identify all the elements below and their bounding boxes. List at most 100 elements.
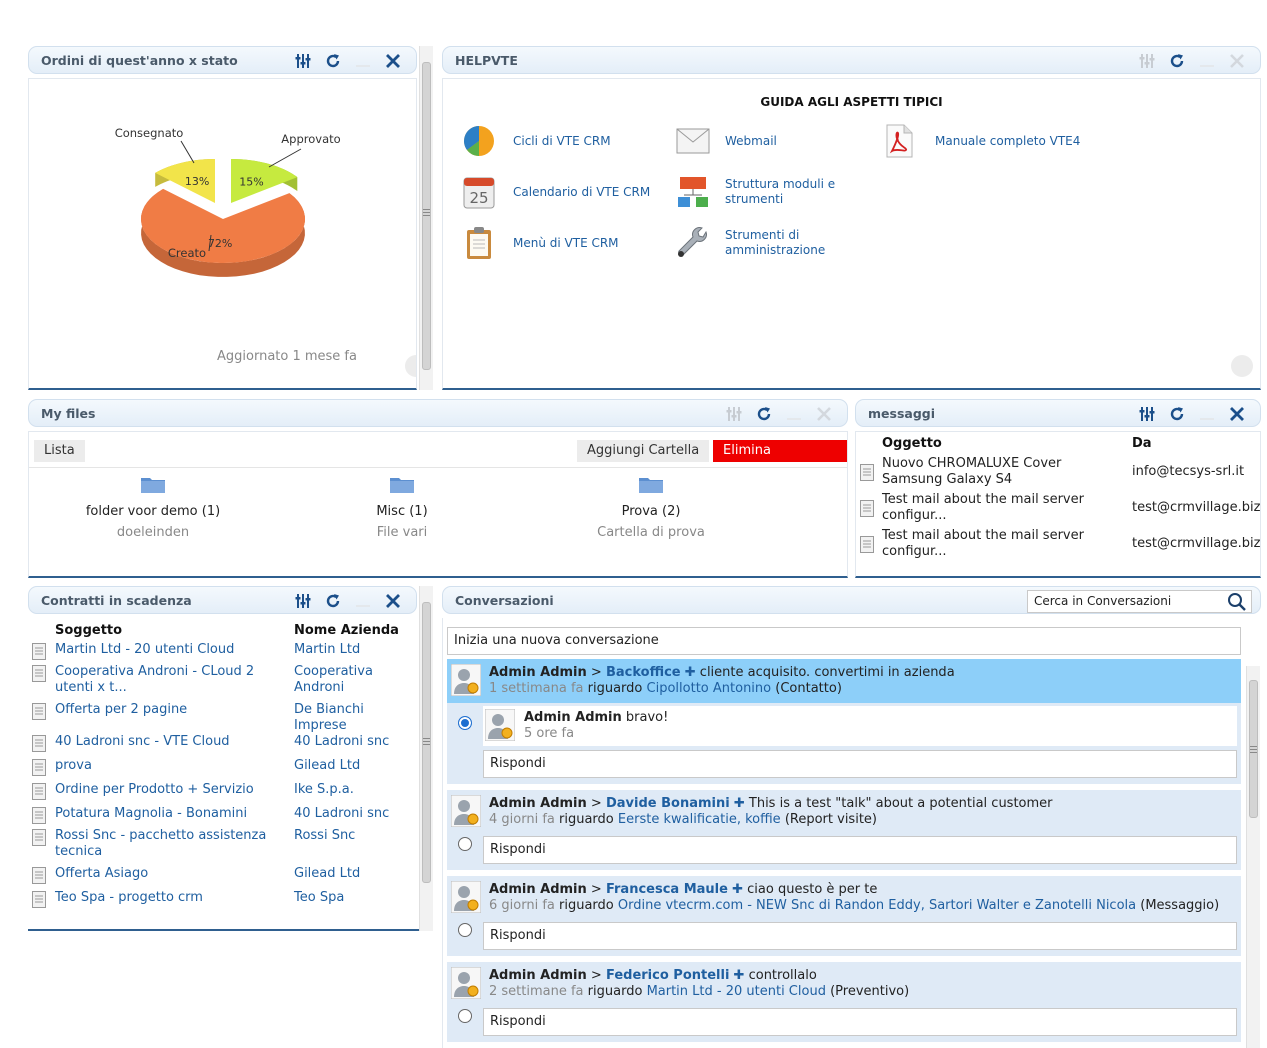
add-folder-button[interactable]: Aggiungi Cartella: [577, 440, 710, 462]
close-icon[interactable]: [1228, 405, 1246, 423]
contracts-widget-header[interactable]: Contratti in scadenza: [28, 586, 417, 614]
conversation-header[interactable]: Admin Admin > Backoffice ✚ cliente acqui…: [447, 659, 1241, 703]
refresh-icon[interactable]: [324, 592, 342, 610]
minimize-icon[interactable]: [1198, 405, 1216, 423]
contract-subject-link[interactable]: prova: [55, 758, 283, 774]
related-record-link[interactable]: Eerste kwalificatie, koffie: [618, 812, 781, 827]
read-status-radio[interactable]: [458, 1009, 472, 1023]
conversation-header[interactable]: Admin Admin > Davide Bonamini ✚ This is …: [447, 790, 1241, 834]
related-record-link[interactable]: Ordine vtecrm.com - NEW Snc di Randon Ed…: [618, 898, 1136, 913]
minimize-icon[interactable]: [785, 405, 803, 423]
orders-widget-header[interactable]: Ordini di quest'anno x stato: [28, 46, 417, 74]
contract-company-link[interactable]: 40 Ladroni snc: [294, 734, 404, 750]
conversation-header[interactable]: Admin Admin > Francesca Maule ✚ ciao que…: [447, 876, 1241, 920]
add-follower-icon[interactable]: ✚: [734, 968, 745, 983]
contract-company-link[interactable]: Gilead Ltd: [294, 866, 404, 882]
message-row[interactable]: Test mail about the mail server configur…: [856, 492, 1260, 526]
reply-input[interactable]: Rispondi: [483, 836, 1237, 864]
conversation-header[interactable]: Admin Admin > Federico Pontelli ✚ contro…: [447, 962, 1241, 1006]
minimize-icon[interactable]: [354, 592, 372, 610]
contract-subject-link[interactable]: Offerta Asiago: [55, 866, 283, 882]
contract-subject-link[interactable]: Offerta per 2 pagine: [55, 702, 283, 718]
contract-subject-link[interactable]: Potatura Magnolia - Bonamini: [55, 806, 283, 822]
contract-subject-link[interactable]: Ordine per Prodotto + Servizio: [55, 782, 283, 798]
folder-item[interactable]: Prova (2) Cartella di prova: [541, 474, 761, 540]
contract-row[interactable]: Offerta per 2 pagine De Bianchi Imprese: [28, 702, 419, 736]
help-widget-header[interactable]: HELPVTE: [442, 46, 1261, 74]
message-row[interactable]: Test mail about the mail server configur…: [856, 528, 1260, 562]
files-widget-header[interactable]: My files: [28, 399, 848, 427]
read-status-radio[interactable]: [458, 837, 472, 851]
settings-sliders-icon[interactable]: [725, 405, 743, 423]
conversation-target-link[interactable]: Davide Bonamini: [606, 796, 730, 811]
add-follower-icon[interactable]: ✚: [734, 796, 745, 811]
minimize-icon[interactable]: [1198, 52, 1216, 70]
help-link-webmail[interactable]: Webmail: [675, 123, 777, 159]
conversation-target-link[interactable]: Backoffice: [606, 665, 681, 680]
contract-company-link[interactable]: Gilead Ltd: [294, 758, 404, 774]
contract-company-link[interactable]: Teo Spa: [294, 890, 404, 906]
minimize-icon[interactable]: [354, 52, 372, 70]
related-record-link[interactable]: Cipollotto Antonino: [647, 681, 772, 696]
add-follower-icon[interactable]: ✚: [732, 882, 743, 897]
contract-row[interactable]: Rossi Snc - pacchetto assistenza tecnica…: [28, 828, 419, 862]
document-icon: [860, 464, 874, 481]
orders-scrollbar[interactable]: [419, 46, 433, 390]
contract-subject-link[interactable]: Cooperativa Androni - CLoud 2 utenti x t…: [55, 664, 283, 696]
contract-subject-link[interactable]: 40 Ladroni snc - VTE Cloud: [55, 734, 283, 750]
contract-company-link[interactable]: Martin Ltd: [294, 642, 404, 658]
contract-subject-link[interactable]: Martin Ltd - 20 utenti Cloud: [55, 642, 283, 658]
contract-company-link[interactable]: Rossi Snc: [294, 828, 404, 844]
document-icon: [32, 703, 46, 720]
help-link-manuale[interactable]: Manuale completo VTE4: [881, 123, 1080, 159]
contract-company-link[interactable]: De Bianchi Imprese: [294, 702, 404, 734]
help-link-struttura[interactable]: Struttura moduli e strumenti: [675, 174, 845, 210]
conversation-target-link[interactable]: Federico Pontelli: [606, 968, 729, 983]
resize-grip-icon[interactable]: [1231, 355, 1253, 377]
conversation-target-link[interactable]: Francesca Maule: [606, 882, 728, 897]
read-status-radio[interactable]: [458, 923, 472, 937]
related-record-link[interactable]: Martin Ltd - 20 utenti Cloud: [647, 984, 826, 999]
settings-sliders-icon[interactable]: [1138, 52, 1156, 70]
add-follower-icon[interactable]: ✚: [685, 665, 696, 680]
close-icon[interactable]: [815, 405, 833, 423]
refresh-icon[interactable]: [1168, 405, 1186, 423]
conversations-widget-header[interactable]: Conversazioni Cerca in Conversazioni: [442, 586, 1261, 614]
search-icon[interactable]: [1227, 592, 1247, 612]
help-link-cicli[interactable]: Cicli di VTE CRM: [461, 123, 611, 159]
refresh-icon[interactable]: [755, 405, 773, 423]
help-link-strumenti[interactable]: Strumenti di amministrazione: [675, 225, 835, 261]
folder-item[interactable]: folder voor demo (1) doeleinden: [43, 474, 263, 540]
refresh-icon[interactable]: [324, 52, 342, 70]
contract-row[interactable]: Cooperativa Androni - CLoud 2 utenti x t…: [28, 664, 419, 698]
settings-sliders-icon[interactable]: [294, 52, 312, 70]
help-link-calendario[interactable]: 25 Calendario di VTE CRM: [461, 174, 650, 210]
refresh-icon[interactable]: [1168, 52, 1186, 70]
contracts-scrollbar[interactable]: [419, 586, 433, 931]
settings-sliders-icon[interactable]: [1138, 405, 1156, 423]
reply-input[interactable]: Rispondi: [483, 922, 1237, 950]
contract-row[interactable]: Teo Spa - progetto crm Teo Spa: [28, 890, 419, 924]
contract-subject-link[interactable]: Teo Spa - progetto crm: [55, 890, 283, 906]
reply-input[interactable]: Rispondi: [483, 750, 1237, 778]
resize-grip-icon[interactable]: [405, 355, 416, 377]
settings-sliders-icon[interactable]: [294, 592, 312, 610]
contract-subject-link[interactable]: Rossi Snc - pacchetto assistenza tecnica: [55, 828, 283, 860]
close-icon[interactable]: [1228, 52, 1246, 70]
delete-folders-button[interactable]: Elimina Cartelle...: [713, 440, 847, 480]
read-status-radio[interactable]: [458, 716, 472, 730]
help-link-menu[interactable]: Menù di VTE CRM: [461, 225, 619, 261]
conversation-search-input[interactable]: Cerca in Conversazioni: [1027, 590, 1252, 613]
new-conversation-input[interactable]: Inizia una nuova conversazione: [447, 627, 1241, 655]
message-row[interactable]: Nuovo CHROMALUXE Cover Samsung Galaxy S4…: [856, 456, 1246, 490]
messages-widget-header[interactable]: messaggi: [855, 399, 1261, 427]
list-view-button[interactable]: Lista: [34, 440, 85, 462]
contract-company-link[interactable]: 40 Ladroni snc: [294, 806, 404, 822]
close-icon[interactable]: [384, 592, 402, 610]
conversations-scrollbar[interactable]: [1246, 666, 1260, 1048]
reply-input[interactable]: Rispondi: [483, 1008, 1237, 1036]
close-icon[interactable]: [384, 52, 402, 70]
contract-company-link[interactable]: Ike S.p.a.: [294, 782, 404, 798]
contract-company-link[interactable]: Cooperativa Androni: [294, 664, 404, 696]
folder-item[interactable]: Misc (1) File vari: [292, 474, 512, 540]
